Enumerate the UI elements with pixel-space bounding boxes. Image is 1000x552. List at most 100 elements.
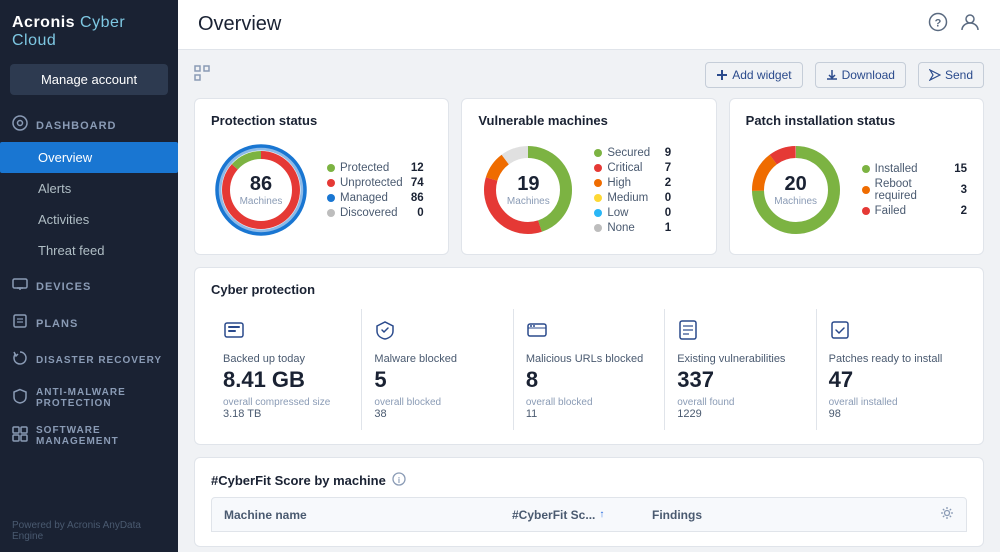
cyberfit-table-header: Machine name #CyberFit Sc... ↑ Findings bbox=[211, 497, 967, 532]
anti-malware-icon bbox=[12, 388, 28, 409]
legend-critical: Critical 7 bbox=[594, 162, 671, 174]
svg-text:?: ? bbox=[935, 18, 942, 30]
svg-text:i: i bbox=[398, 476, 400, 485]
vulnerable-machines-title: Vulnerable machines bbox=[478, 113, 699, 128]
logo-acronis: Acronis bbox=[12, 14, 75, 31]
legend-low: Low 0 bbox=[594, 207, 671, 219]
malware-sub-value: 38 bbox=[374, 408, 500, 420]
urls-sub-value: 11 bbox=[526, 408, 652, 420]
sidebar-item-activities[interactable]: Activities bbox=[0, 204, 178, 235]
th-machine-name: Machine name bbox=[224, 508, 512, 522]
metric-patches: Patches ready to install 47 overall inst… bbox=[817, 309, 967, 430]
cyberfit-header: #CyberFit Score by machine i bbox=[211, 472, 967, 489]
nav-section-anti-malware: ANTI-MALWARE PROTECTION bbox=[0, 377, 178, 415]
vulnerabilities-sub-value: 1229 bbox=[677, 408, 803, 420]
page-title: Overview bbox=[198, 13, 281, 36]
cyber-protection-card: Cyber protection Backed up today 8.41 GB… bbox=[194, 267, 984, 445]
urls-icon bbox=[526, 319, 652, 347]
nav-label-disaster-recovery: DISASTER RECOVERY bbox=[36, 355, 162, 366]
legend-unprotected: Unprotected 74 bbox=[327, 177, 424, 189]
sidebar-item-threat-feed[interactable]: Threat feed bbox=[0, 235, 178, 266]
malware-sub-label: overall blocked bbox=[374, 397, 500, 408]
widget-toolbar: Add widget Download Send bbox=[194, 62, 984, 88]
backup-icon bbox=[223, 319, 349, 347]
cyber-metrics-grid: Backed up today 8.41 GB overall compress… bbox=[211, 309, 967, 430]
vulnerable-center-num: 19 bbox=[507, 173, 550, 196]
nav-section-disaster-recovery: DISASTER RECOVERY bbox=[0, 340, 178, 377]
disaster-recovery-icon bbox=[12, 350, 28, 371]
patch-legend: Installed 15 Reboot required 3 Failed 2 bbox=[862, 163, 967, 217]
nav-label-anti-malware: ANTI-MALWARE PROTECTION bbox=[36, 387, 166, 409]
nav-label-devices: DEVICES bbox=[36, 281, 91, 293]
info-icon[interactable]: i bbox=[392, 472, 406, 489]
logo-cyber: Cyber bbox=[80, 14, 125, 31]
legend-none: None 1 bbox=[594, 222, 671, 234]
legend-managed: Managed 86 bbox=[327, 192, 424, 204]
patch-center-num: 20 bbox=[774, 173, 817, 196]
nav-section-software-management: SOFTWARE MANAGEMENT bbox=[0, 415, 178, 453]
protection-status-card: Protection status bbox=[194, 98, 449, 255]
protection-center-label: Machines bbox=[240, 196, 283, 207]
legend-protected: Protected 12 bbox=[327, 162, 424, 174]
legend-secured: Secured 9 bbox=[594, 147, 671, 159]
patches-label: Patches ready to install bbox=[829, 353, 955, 365]
devices-icon bbox=[12, 276, 28, 297]
cyberfit-title: #CyberFit Score by machine bbox=[211, 473, 386, 488]
backup-label: Backed up today bbox=[223, 353, 349, 365]
dashboard-icon bbox=[12, 115, 28, 136]
vulnerable-legend: Secured 9 Critical 7 High 2 bbox=[594, 147, 671, 234]
main-content: Overview ? bbox=[178, 0, 1000, 552]
malware-label: Malware blocked bbox=[374, 353, 500, 365]
nav-label-plans: PLANS bbox=[36, 318, 78, 330]
patches-sub-value: 98 bbox=[829, 408, 955, 420]
status-cards-row: Protection status bbox=[194, 98, 984, 255]
legend-discovered: Discovered 0 bbox=[327, 207, 424, 219]
patch-donut: 20 Machines bbox=[746, 140, 846, 240]
legend-medium: Medium 0 bbox=[594, 192, 671, 204]
patches-icon bbox=[829, 319, 955, 347]
sidebar-item-alerts[interactable]: Alerts bbox=[0, 173, 178, 204]
sidebar: Acronis Cyber Cloud Manage account DASHB… bbox=[0, 0, 178, 552]
cyber-protection-title: Cyber protection bbox=[211, 282, 967, 297]
cyberfit-card: #CyberFit Score by machine i Machine nam… bbox=[194, 457, 984, 547]
protection-legend: Protected 12 Unprotected 74 Managed 86 bbox=[327, 162, 424, 219]
topbar-actions: ? bbox=[928, 12, 980, 37]
patches-value: 47 bbox=[829, 367, 955, 393]
help-button[interactable]: ? bbox=[928, 12, 948, 37]
nav-label-dashboard: DASHBOARD bbox=[36, 120, 117, 132]
nav-label-software-management: SOFTWARE MANAGEMENT bbox=[36, 425, 166, 447]
nav-section-plans: PLANS bbox=[0, 303, 178, 340]
legend-reboot-required: Reboot required 3 bbox=[862, 178, 967, 202]
nav-section-dashboard: DASHBOARD bbox=[0, 105, 178, 142]
metric-malware: Malware blocked 5 overall blocked 38 bbox=[362, 309, 513, 430]
th-cyberfit-score[interactable]: #CyberFit Sc... ↑ bbox=[512, 508, 652, 522]
sort-icon: ↑ bbox=[599, 509, 604, 520]
legend-high: High 2 bbox=[594, 177, 671, 189]
sidebar-item-overview[interactable]: Overview bbox=[0, 142, 178, 173]
vulnerable-donut: 19 Machines bbox=[478, 140, 578, 240]
plans-icon bbox=[12, 313, 28, 334]
nav-section-devices: DEVICES bbox=[0, 266, 178, 303]
app-logo: Acronis Cyber Cloud bbox=[0, 0, 178, 60]
protection-center-num: 86 bbox=[240, 173, 283, 196]
expand-icon[interactable] bbox=[194, 65, 210, 86]
patch-status-title: Patch installation status bbox=[746, 113, 967, 128]
th-findings: Findings bbox=[652, 508, 940, 522]
vulnerable-machines-card: Vulnerable machines bbox=[461, 98, 716, 255]
table-settings-icon[interactable] bbox=[940, 506, 954, 523]
topbar: Overview ? bbox=[178, 0, 1000, 50]
add-widget-button[interactable]: Add widget bbox=[705, 62, 802, 88]
urls-sub-label: overall blocked bbox=[526, 397, 652, 408]
software-mgmt-icon bbox=[12, 426, 28, 447]
send-button[interactable]: Send bbox=[918, 62, 984, 88]
download-button[interactable]: Download bbox=[815, 62, 906, 88]
legend-failed: Failed 2 bbox=[862, 205, 967, 217]
content-area: Add widget Download Send Protection stat… bbox=[178, 50, 1000, 552]
malware-value: 5 bbox=[374, 367, 500, 393]
legend-installed: Installed 15 bbox=[862, 163, 967, 175]
manage-account-button[interactable]: Manage account bbox=[10, 64, 168, 95]
user-profile-button[interactable] bbox=[960, 12, 980, 37]
metric-backup: Backed up today 8.41 GB overall compress… bbox=[211, 309, 362, 430]
vulnerabilities-value: 337 bbox=[677, 367, 803, 393]
malware-icon bbox=[374, 319, 500, 347]
